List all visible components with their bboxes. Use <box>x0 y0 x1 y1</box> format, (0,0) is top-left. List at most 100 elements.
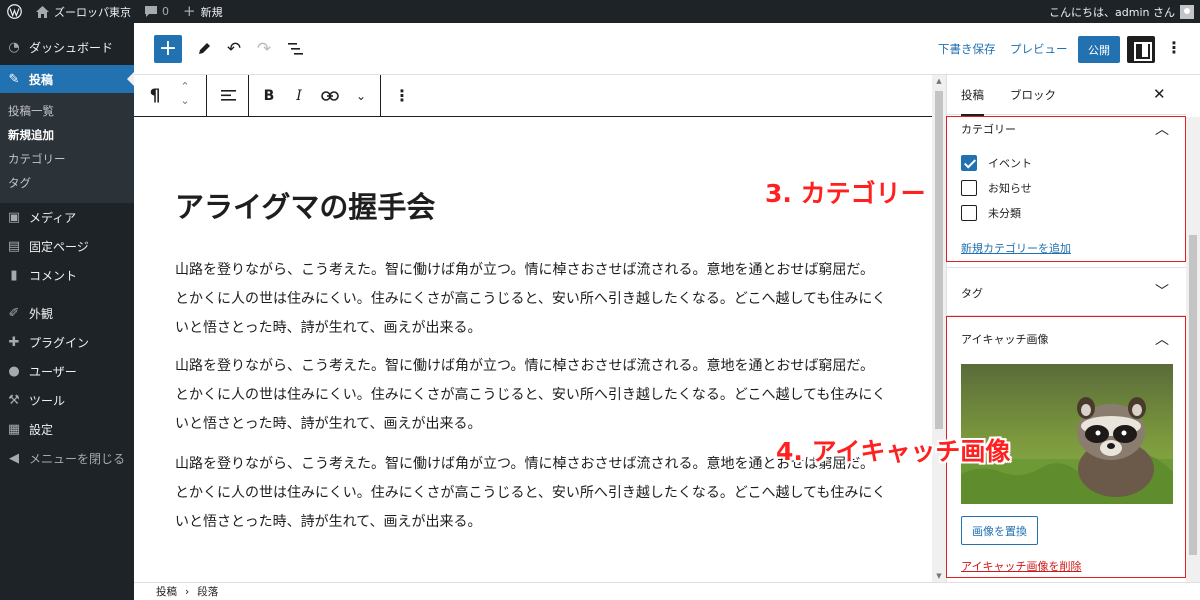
publish-button[interactable]: 公開 <box>1078 36 1120 63</box>
plus-icon: + <box>183 2 196 20</box>
settings-toggle-button[interactable] <box>1127 36 1155 63</box>
posts-submenu: 投稿一覧 新規追加 カテゴリー タグ <box>0 93 134 203</box>
paragraph-block[interactable]: 山路を登りながら、こう考えた。智に働けば角が立つ。情に棹さおさせば流される。意地… <box>175 256 887 343</box>
brush-icon: ✐ <box>8 306 20 321</box>
dashboard-icon: ◔ <box>8 40 20 55</box>
post-title[interactable]: アライグマの握手会 <box>175 184 435 226</box>
align-button[interactable] <box>216 75 240 116</box>
paragraph-icon[interactable]: ¶ <box>142 75 168 116</box>
breadcrumb-block[interactable]: 段落 <box>197 584 218 599</box>
menu-users[interactable]: ● ユーザー <box>0 357 134 386</box>
breadcrumb-post[interactable]: 投稿 <box>156 584 177 599</box>
close-icon[interactable]: ✕ <box>1153 85 1166 103</box>
admin-bar: ズーロッパ東京 0 + 新規 こんにちは、admin さん <box>0 0 1200 23</box>
toolbar-divider <box>206 75 207 116</box>
add-block-button[interactable]: + <box>154 35 182 63</box>
site-name-link[interactable]: ズーロッパ東京 <box>29 0 138 23</box>
tab-post[interactable]: 投稿 <box>961 75 984 116</box>
submenu-all-posts[interactable]: 投稿一覧 <box>0 99 134 123</box>
menu-label: ダッシュボード <box>29 41 114 55</box>
block-options-icon[interactable]: ⋮ <box>392 75 412 116</box>
menu-dashboard[interactable]: ◔ ダッシュボード <box>0 33 134 62</box>
menu-media[interactable]: ▣ メディア <box>0 203 134 232</box>
menu-posts[interactable]: ✎ 投稿 <box>0 65 134 93</box>
submenu-categories[interactable]: カテゴリー <box>0 147 134 171</box>
wordpress-icon <box>7 4 22 19</box>
menu-label: ツール <box>29 394 66 408</box>
collapse-icon: ◀ <box>9 451 19 466</box>
preview-button[interactable]: プレビュー <box>1010 41 1068 57</box>
italic-button[interactable]: I <box>288 75 310 116</box>
paragraph-block[interactable]: 山路を登りながら、こう考えた。智に働けば角が立つ。情に棹さおさせば流される。意地… <box>175 352 887 439</box>
align-left-icon <box>220 90 236 101</box>
undo-button[interactable]: ↶ <box>222 37 246 61</box>
block-toolbar: ¶ ⌃ ⌃ B I ⌄ ⋮ <box>134 75 932 117</box>
menu-label: メニューを閉じる <box>29 452 126 466</box>
menu-pages[interactable]: ▤ 固定ページ <box>0 232 134 261</box>
settings-tabs: 投稿 ブロック ✕ <box>947 75 1186 116</box>
chevron-down-icon: ⌄ <box>355 88 367 103</box>
menu-tools[interactable]: ⚒ ツール <box>0 386 134 415</box>
new-label: 新規 <box>200 5 223 19</box>
more-options-icon[interactable]: ⋮ <box>1164 38 1184 62</box>
tag-panel-title[interactable]: タグ <box>961 285 983 301</box>
scroll-up-icon[interactable]: ▲ <box>932 77 946 85</box>
pencil-icon <box>199 43 210 54</box>
list-view-icon <box>288 43 303 55</box>
tab-block[interactable]: ブロック <box>1010 75 1056 115</box>
menu-settings[interactable]: ▦ 設定 <box>0 415 134 444</box>
chevron-up-icon: ⌃ <box>180 80 190 93</box>
edit-tool-button[interactable] <box>192 37 216 61</box>
submenu-tags[interactable]: タグ <box>0 171 134 195</box>
category-highlight-box <box>946 116 1186 262</box>
screen: ズーロッパ東京 0 + 新規 こんにちは、admin さん ◔ ダッシュボード … <box>0 0 1200 600</box>
menu-comments[interactable]: ▮ コメント <box>0 261 134 290</box>
menu-label: ユーザー <box>29 365 77 379</box>
comments-count: 0 <box>162 5 169 18</box>
menu-collapse[interactable]: ◀ メニューを閉じる <box>0 444 134 473</box>
wordpress-logo[interactable] <box>0 0 29 23</box>
scroll-thumb[interactable] <box>935 91 943 429</box>
scroll-down-icon[interactable]: ▼ <box>932 572 946 580</box>
admin-menu: ◔ ダッシュボード ✎ 投稿 投稿一覧 新規追加 カテゴリー タグ ▣ メディア… <box>0 23 134 600</box>
save-draft-button[interactable]: 下書き保存 <box>938 41 996 57</box>
menu-label: 固定ページ <box>29 240 89 254</box>
my-account[interactable]: こんにちは、admin さん <box>1042 0 1200 23</box>
divider <box>947 267 1186 268</box>
chevron-down-icon: ⌃ <box>180 93 190 106</box>
avatar <box>1180 4 1194 19</box>
chevron-right-icon: › <box>185 585 190 598</box>
category-annotation: 3. カテゴリー <box>765 179 926 208</box>
chevron-down-icon[interactable]: ﹀ <box>1155 281 1169 301</box>
list-view-button[interactable] <box>284 37 308 61</box>
home-icon <box>36 5 49 18</box>
scroll-thumb[interactable] <box>1189 235 1197 555</box>
menu-label: 投稿 <box>29 72 54 87</box>
menu-label: プラグイン <box>29 336 90 350</box>
menu-label: メディア <box>29 211 77 225</box>
new-content-link[interactable]: + 新規 <box>176 0 230 23</box>
move-block[interactable]: ⌃ ⌃ <box>178 81 192 111</box>
breadcrumb: 投稿 › 段落 <box>134 582 1200 600</box>
bold-button[interactable]: B <box>258 75 280 116</box>
more-formats-button[interactable]: ⌄ <box>350 75 372 116</box>
featured-image-annotation: 4. アイキャッチ画像 <box>776 437 1011 466</box>
toolbar-divider <box>380 75 381 116</box>
submenu-add-new[interactable]: 新規追加 <box>0 123 134 147</box>
redo-button[interactable]: ↷ <box>252 37 276 61</box>
editor-scrollbar[interactable]: ▲ ▼ <box>932 75 946 582</box>
media-icon: ▣ <box>7 210 21 225</box>
menu-plugins[interactable]: ✚ プラグイン <box>0 328 134 357</box>
page-icon: ▤ <box>7 239 21 254</box>
plugin-icon: ✚ <box>8 335 20 350</box>
comment-icon: ▮ <box>10 268 18 283</box>
settings-scrollbar[interactable] <box>1186 117 1200 582</box>
comments-link[interactable]: 0 <box>138 0 176 23</box>
menu-label: 外観 <box>29 307 54 321</box>
user-icon: ● <box>8 364 20 379</box>
greeting: こんにちは、admin さん <box>1049 5 1175 19</box>
wrench-icon: ⚒ <box>8 393 20 408</box>
link-button[interactable] <box>318 75 342 116</box>
menu-appearance[interactable]: ✐ 外観 <box>0 299 134 328</box>
editor-header: + ↶ ↷ 下書き保存 プレビュー 公開 ⋮ <box>134 23 1200 75</box>
